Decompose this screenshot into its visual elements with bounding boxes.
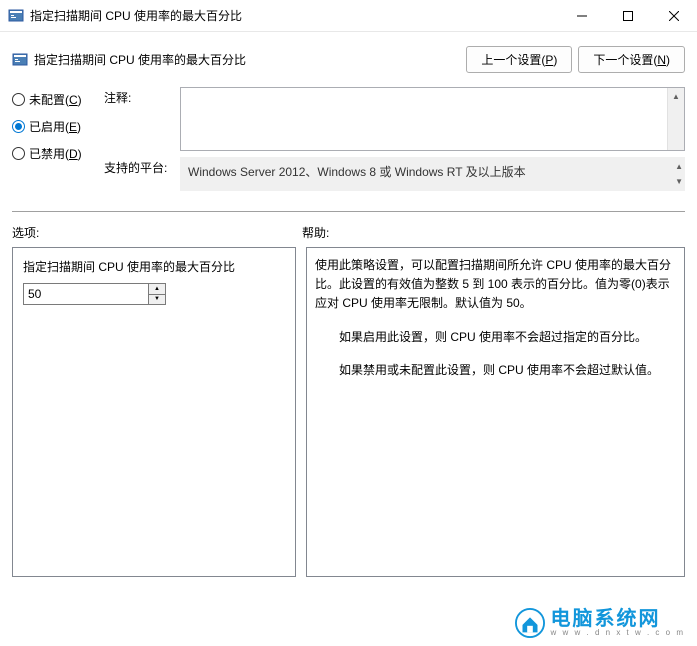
radio-enabled-input[interactable] xyxy=(12,120,25,133)
radio-enabled[interactable]: 已启用(E) xyxy=(12,118,104,135)
scroll-up-icon[interactable]: ▲ xyxy=(668,88,684,105)
scroll-down-icon[interactable]: ▼ xyxy=(675,173,683,190)
comment-label: 注释: xyxy=(104,87,180,151)
radio-disabled[interactable]: 已禁用(D) xyxy=(12,145,104,162)
platform-text: Windows Server 2012、Windows 8 或 Windows … xyxy=(188,165,526,179)
page-title: 指定扫描期间 CPU 使用率的最大百分比 xyxy=(34,51,466,68)
radio-not-configured-input[interactable] xyxy=(12,93,25,106)
spinner-down-button[interactable]: ▼ xyxy=(149,294,165,305)
window-title: 指定扫描期间 CPU 使用率的最大百分比 xyxy=(30,7,559,24)
platform-label: 支持的平台: xyxy=(104,157,180,191)
help-section-label: 帮助: xyxy=(302,224,329,241)
previous-setting-button[interactable]: 上一个设置(P) xyxy=(466,46,572,73)
cpu-percent-input[interactable] xyxy=(23,283,149,305)
next-setting-button[interactable]: 下一个设置(N) xyxy=(578,46,685,73)
spinner-up-button[interactable]: ▲ xyxy=(149,284,165,294)
radio-group: 未配置(C) 已启用(E) 已禁用(D) xyxy=(12,87,104,197)
help-text-1: 使用此策略设置，可以配置扫描期间所允许 CPU 使用率的最大百分比。此设置的有效… xyxy=(315,256,676,314)
cpu-percent-spinner[interactable]: ▲ ▼ xyxy=(23,283,285,305)
window-controls xyxy=(559,0,697,31)
app-icon xyxy=(8,8,24,24)
house-icon xyxy=(515,608,545,638)
radio-disabled-input[interactable] xyxy=(12,147,25,160)
spinner-label: 指定扫描期间 CPU 使用率的最大百分比 xyxy=(23,258,285,275)
options-section-label: 选项: xyxy=(12,224,302,241)
comment-textarea[interactable]: ▲ xyxy=(180,87,685,151)
options-panel: 指定扫描期间 CPU 使用率的最大百分比 ▲ ▼ xyxy=(12,247,296,577)
maximize-button[interactable] xyxy=(605,0,651,31)
header-row: 指定扫描期间 CPU 使用率的最大百分比 上一个设置(P) 下一个设置(N) xyxy=(0,32,697,81)
watermark-en: w w w . d n x t w . c o m xyxy=(551,629,685,637)
help-text-3: 如果禁用或未配置此设置，则 CPU 使用率不会超过默认值。 xyxy=(315,361,676,380)
close-button[interactable] xyxy=(651,0,697,31)
supported-platform-box: Windows Server 2012、Windows 8 或 Windows … xyxy=(180,157,685,191)
policy-icon xyxy=(12,52,28,68)
radio-not-configured[interactable]: 未配置(C) xyxy=(12,91,104,108)
help-panel: 使用此策略设置，可以配置扫描期间所允许 CPU 使用率的最大百分比。此设置的有效… xyxy=(306,247,685,577)
scrollbar[interactable]: ▲ xyxy=(667,88,684,150)
title-bar: 指定扫描期间 CPU 使用率的最大百分比 xyxy=(0,0,697,32)
watermark: 电脑系统网 w w w . d n x t w . c o m xyxy=(515,608,685,638)
watermark-cn: 电脑系统网 xyxy=(551,609,685,629)
help-text-2: 如果启用此设置，则 CPU 使用率不会超过指定的百分比。 xyxy=(315,328,676,347)
minimize-button[interactable] xyxy=(559,0,605,31)
